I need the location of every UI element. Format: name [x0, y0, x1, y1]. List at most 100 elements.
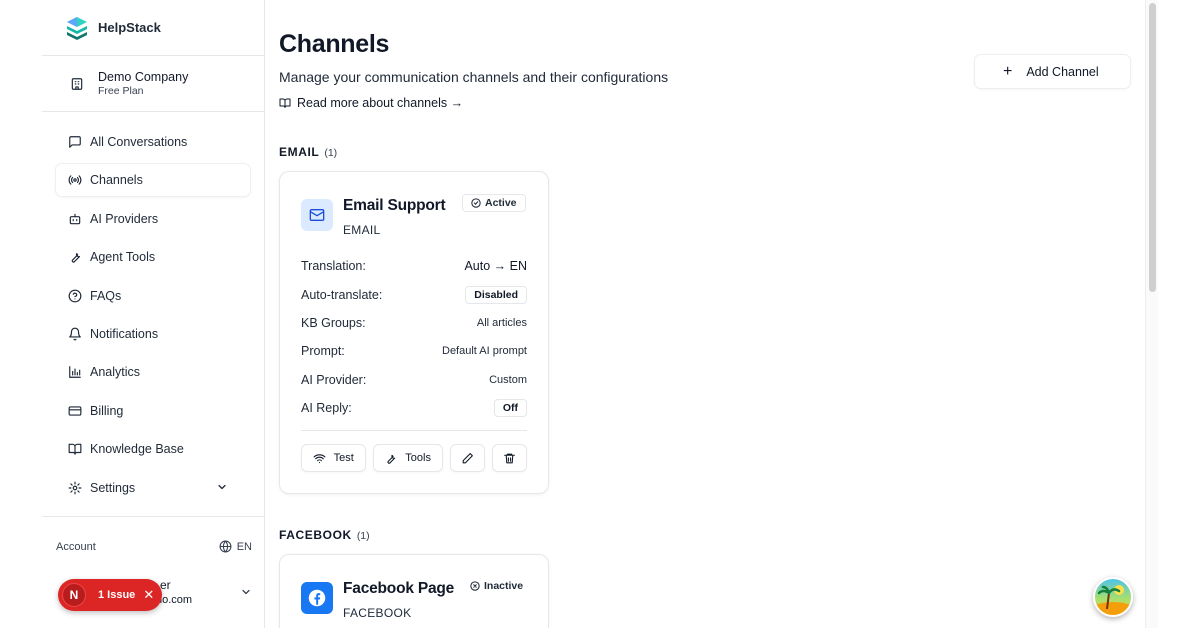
bar-chart-icon	[69, 366, 81, 379]
detail-label: Auto-translate:	[301, 287, 383, 302]
add-channel-label: Add Channel	[1026, 64, 1099, 79]
sidebar-item-label: Billing	[90, 403, 124, 418]
gear-icon	[68, 481, 82, 494]
detail-value: All articles	[476, 316, 527, 329]
plus-icon: +	[1003, 62, 1013, 80]
detail-label: AI Reply:	[301, 401, 352, 416]
account-label: Account	[56, 540, 96, 553]
language-label: EN	[236, 540, 252, 553]
sidebar-item-billing[interactable]: Billing	[56, 395, 250, 427]
sidebar-item-label: Settings	[90, 480, 136, 495]
detail-row-prompt: Prompt: Default AI prompt	[301, 337, 527, 365]
card-details: Translation: Auto → EN Auto-translate: D…	[280, 252, 548, 422]
bot-icon	[69, 213, 81, 225]
read-more-link[interactable]: Read more about channels →	[279, 96, 463, 110]
credit-card-icon	[68, 406, 82, 416]
section-label-email: EMAIL (1)	[279, 145, 337, 159]
pencil-icon	[462, 452, 473, 464]
company-switcher[interactable]: Demo Company Free Plan	[42, 56, 264, 112]
detail-value: Disabled	[465, 285, 527, 304]
test-button[interactable]: Test	[301, 444, 366, 473]
channel-type: EMAIL	[343, 223, 381, 237]
sidebar-item-label: All Conversations	[90, 135, 188, 149]
detail-row-translation: Translation: Auto → EN	[301, 252, 527, 280]
wifi-icon	[313, 454, 326, 463]
channel-card-facebook: Facebook Page FACEBOOK Inactive	[279, 554, 549, 628]
detail-label: KB Groups:	[301, 315, 366, 330]
detail-row-ai-reply: AI Reply: Off	[301, 394, 527, 422]
book-open-icon	[279, 98, 291, 108]
detail-row-auto-translate: Auto-translate: Disabled	[301, 280, 527, 308]
sidebar-item-label: Channels	[90, 173, 143, 188]
sidebar-item-channels[interactable]: Channels	[56, 164, 250, 197]
x-circle-icon	[470, 581, 480, 591]
tools-button[interactable]: Tools	[372, 444, 443, 473]
assistant-launcher-avatar[interactable]	[1093, 577, 1133, 617]
check-circle-icon	[471, 198, 481, 208]
main-content: Channels Manage your communication chann…	[279, 0, 1145, 628]
detail-value: Auto → EN	[464, 259, 527, 274]
detail-label: Translation:	[301, 259, 366, 274]
detail-value: Custom	[489, 373, 527, 386]
tools-label: Tools	[405, 452, 431, 465]
section-label-facebook: FACEBOOK (1)	[279, 528, 370, 542]
brand-name: HelpStack	[98, 20, 161, 35]
card-header: Facebook Page FACEBOOK Inactive	[280, 555, 548, 628]
status-label: Active	[485, 197, 517, 209]
sidebar-item-label: Knowledge Base	[90, 442, 184, 457]
edit-button[interactable]	[449, 444, 485, 473]
help-circle-icon	[68, 289, 82, 302]
close-icon[interactable]: ✕	[143, 587, 154, 603]
stack-logo-icon	[67, 16, 87, 40]
language-switcher[interactable]: EN	[219, 540, 252, 553]
channel-type: FACEBOOK	[343, 606, 412, 620]
sidebar-item-notifications[interactable]: Notifications	[56, 318, 250, 350]
sidebar-item-agent-tools[interactable]: Agent Tools	[56, 241, 250, 273]
sidebar-item-knowledge-base[interactable]: Knowledge Base	[56, 433, 250, 465]
sidebar-item-label: FAQs	[90, 288, 122, 303]
delete-button[interactable]	[491, 444, 528, 473]
section-title: FACEBOOK	[279, 528, 352, 542]
facebook-icon	[301, 582, 333, 614]
company-plan: Free Plan	[98, 84, 144, 97]
detail-row-ai-provider: AI Provider: Custom	[301, 366, 527, 394]
sidebar-divider	[42, 516, 264, 517]
detail-value: Off	[493, 399, 527, 418]
status-badge: Inactive	[462, 577, 531, 595]
detail-value: Default AI prompt	[442, 345, 527, 358]
bell-icon	[69, 327, 81, 341]
sidebar-item-label: AI Providers	[90, 211, 159, 226]
book-open-icon	[68, 443, 82, 455]
add-channel-button[interactable]: + Add Channel	[974, 54, 1131, 89]
sidebar-item-faqs[interactable]: FAQs	[56, 280, 250, 312]
section-count: (1)	[324, 147, 338, 159]
sidebar-item-all-conversations[interactable]: All Conversations	[56, 126, 250, 158]
detail-label: Prompt:	[301, 344, 345, 359]
account-row: Account EN	[56, 540, 252, 553]
channel-name: Facebook Page	[343, 580, 455, 597]
user-name: er	[160, 578, 171, 592]
card-header: Email Support EMAIL Active	[280, 172, 548, 252]
globe-icon	[219, 540, 232, 553]
sidebar-nav: All Conversations Channels AI Providers …	[42, 112, 264, 504]
channel-card-email: Email Support EMAIL Active Translation: …	[279, 171, 549, 495]
section-count: (1)	[356, 530, 370, 542]
trash-icon	[504, 453, 515, 464]
sidebar-item-analytics[interactable]: Analytics	[56, 356, 250, 388]
brand[interactable]: HelpStack	[42, 0, 264, 56]
chevron-down-icon	[242, 589, 250, 595]
sidebar-item-label: Notifications	[90, 326, 159, 341]
scrollbar-thumb[interactable]	[1149, 3, 1156, 292]
channel-name: Email Support	[343, 197, 446, 214]
sidebar-item-ai-providers[interactable]: AI Providers	[56, 203, 250, 235]
wrench-icon	[71, 253, 81, 263]
sidebar-item-label: Agent Tools	[90, 250, 156, 265]
section-title: EMAIL	[279, 145, 320, 159]
issue-avatar: N	[62, 583, 86, 607]
chevron-down-icon	[218, 484, 226, 489]
sidebar-item-settings[interactable]: Settings	[56, 472, 250, 504]
page-scrollbar[interactable]	[1145, 0, 1158, 628]
test-label: Test	[333, 452, 354, 465]
issue-indicator[interactable]: N 1 Issue ✕	[58, 579, 162, 611]
message-square-icon	[69, 136, 81, 148]
